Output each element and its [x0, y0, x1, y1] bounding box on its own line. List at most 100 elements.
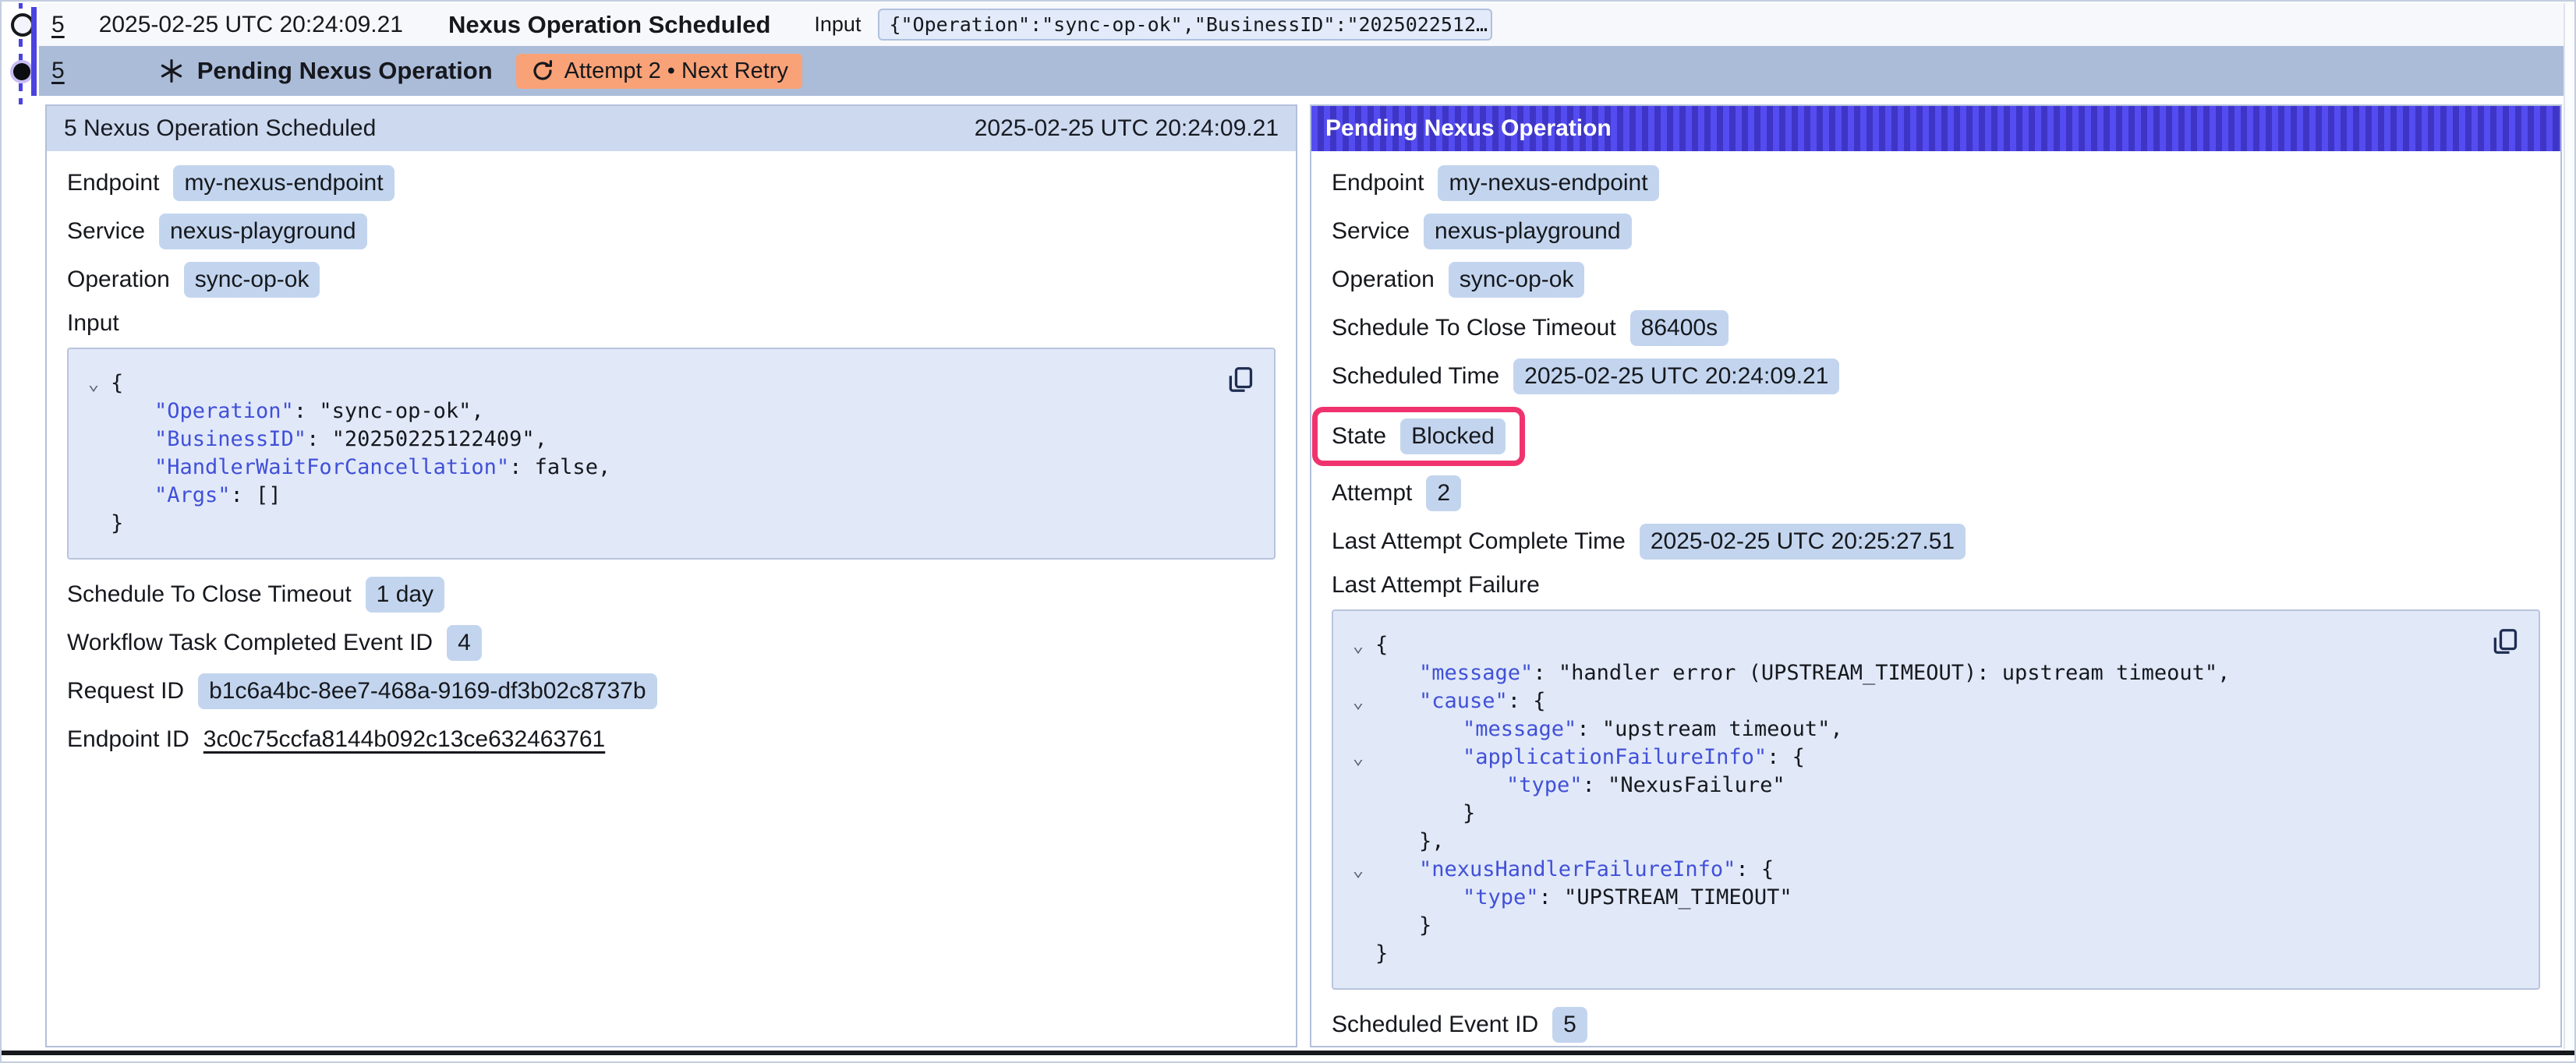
copy-button[interactable] [2490, 627, 2520, 656]
field-label: Attempt [1332, 480, 1412, 507]
event-row-pending-selected[interactable]: 5 Pending Nexus Operation Attempt 2 • Ne… [39, 46, 2565, 96]
code-line: ⌄"nexusHandlerFailureInfo": { [1341, 856, 2515, 884]
field-label: Request ID [67, 678, 184, 705]
field-service: Service nexus-playground [67, 214, 1276, 249]
code-line: "Operation": "sync-op-ok", [76, 397, 1251, 426]
collapse-chevron-icon[interactable]: ⌄ [1341, 856, 1375, 884]
state-value-chip: Blocked [1400, 418, 1506, 454]
timeline-active-range-bar [31, 7, 37, 96]
event-id-link[interactable]: 5 [51, 12, 65, 38]
code-line: ⌄{ [76, 369, 1251, 397]
code-gutter [1341, 940, 1375, 968]
event-id-link[interactable]: 5 [51, 58, 65, 84]
event-row-scheduled[interactable]: 5 2025-02-25 UTC 20:24:09.21 Nexus Opera… [39, 3, 2565, 46]
state-highlight-box: State Blocked [1312, 407, 1525, 466]
field-value-chip: sync-op-ok [1449, 262, 1585, 298]
code-gutter [1341, 828, 1375, 856]
field-value-chip: 2 [1426, 475, 1461, 511]
field-value-chip: 2025-02-25 UTC 20:25:27.51 [1640, 524, 1966, 560]
left-panel-header: 5 Nexus Operation Scheduled 2025-02-25 U… [47, 106, 1296, 151]
code-line: } [1341, 912, 2515, 940]
event-input-preview: {"Operation":"sync-op-ok","BusinessID":"… [878, 9, 1492, 41]
timeline-dashed-line [19, 3, 23, 11]
left-panel-body: Endpoint my-nexus-endpoint Service nexus… [47, 151, 1296, 758]
code-line-text: "applicationFailureInfo": { [1375, 743, 1805, 772]
code-line: ⌄{ [1341, 631, 2515, 659]
code-line: ⌄"cause": { [1341, 687, 2515, 715]
window-bottom-edge [2, 1051, 2574, 1055]
code-line-text: } [1375, 940, 1388, 968]
code-line-text: "BusinessID": "20250225122409", [111, 426, 547, 454]
timeline-current-node-icon [13, 63, 30, 80]
code-line: }, [1341, 828, 2515, 856]
code-line-text: { [111, 369, 123, 397]
scrollbar-gutter[interactable] [2564, 3, 2574, 1049]
field-label: Schedule To Close Timeout [1332, 315, 1616, 341]
code-line-text: "nexusHandlerFailureInfo": { [1375, 856, 1774, 884]
code-line: "Args": [] [76, 482, 1251, 510]
field-operation: Operation sync-op-ok [67, 262, 1276, 298]
code-gutter [1341, 772, 1375, 800]
field-value-chip: b1c6a4bc-8ee7-468a-9169-df3b02c8737b [198, 673, 656, 709]
field-label: Schedule To Close Timeout [67, 581, 352, 608]
field-label: Operation [67, 267, 170, 293]
field-request-id: Request ID b1c6a4bc-8ee7-468a-9169-df3b0… [67, 673, 1276, 709]
field-value-chip: 1 day [366, 577, 444, 613]
last-attempt-failure-label: Last Attempt Failure [1332, 572, 2540, 599]
left-panel-title: 5 Nexus Operation Scheduled [64, 115, 376, 142]
code-line-text: "Operation": "sync-op-ok", [111, 397, 484, 426]
event-name: Pending Nexus Operation [197, 57, 493, 85]
field-scheduled-time: Scheduled Time 2025-02-25 UTC 20:24:09.2… [1332, 358, 2540, 394]
field-value-chip: 86400s [1630, 310, 1729, 346]
code-gutter [76, 482, 111, 510]
code-gutter [1341, 884, 1375, 912]
code-line-text: "message": "upstream timeout", [1375, 715, 1843, 743]
code-line: "type": "NexusFailure" [1341, 772, 2515, 800]
field-label: Operation [1332, 267, 1435, 293]
field-endpoint: Endpoint my-nexus-endpoint [1332, 165, 2540, 201]
field-schedule-to-close-timeout: Schedule To Close Timeout 1 day [67, 577, 1276, 613]
code-gutter [76, 426, 111, 454]
collapse-chevron-icon[interactable]: ⌄ [1341, 631, 1375, 659]
workflow-history-page: 5 2025-02-25 UTC 20:24:09.21 Nexus Opera… [0, 0, 2576, 1063]
field-state-row: State Blocked [1332, 407, 2540, 466]
code-line-text: } [1375, 912, 1431, 940]
retry-status-badge: Attempt 2 • Next Retry [516, 54, 802, 89]
code-gutter [76, 397, 111, 426]
code-line-text: "type": "NexusFailure" [1375, 772, 1785, 800]
field-value-chip: 5 [1552, 1007, 1587, 1043]
field-value-chip: my-nexus-endpoint [1438, 165, 1658, 201]
field-label: Scheduled Time [1332, 363, 1499, 390]
collapse-chevron-icon[interactable]: ⌄ [76, 369, 111, 397]
field-label: State [1332, 423, 1386, 450]
field-endpoint-id: Endpoint ID 3c0c75ccfa8144b092c13ce63246… [67, 722, 1276, 758]
right-panel-title: Pending Nexus Operation [1325, 115, 1612, 142]
collapse-chevron-icon[interactable]: ⌄ [1341, 743, 1375, 772]
field-label: Endpoint ID [67, 726, 189, 753]
code-line: "message": "handler error (UPSTREAM_TIME… [1341, 659, 2515, 687]
field-label: Workflow Task Completed Event ID [67, 630, 433, 656]
code-line-text: }, [1375, 828, 1445, 856]
code-line-text: "Args": [] [111, 482, 281, 510]
collapse-chevron-icon[interactable]: ⌄ [1341, 687, 1375, 715]
endpoint-id-link[interactable]: 3c0c75ccfa8144b092c13ce632463761 [203, 726, 605, 753]
code-gutter [76, 510, 111, 538]
field-attempt: Attempt 2 [1332, 475, 2540, 511]
input-json-block: ⌄{"Operation": "sync-op-ok","BusinessID"… [67, 348, 1276, 560]
field-label: Service [1332, 218, 1410, 245]
pending-asterisk-icon [158, 58, 185, 84]
retry-icon [530, 58, 555, 83]
copy-button[interactable] [1226, 365, 1255, 394]
code-line-text: "type": "UPSTREAM_TIMEOUT" [1375, 884, 1792, 912]
field-value-chip: nexus-playground [1424, 214, 1632, 249]
code-line: "type": "UPSTREAM_TIMEOUT" [1341, 884, 2515, 912]
field-endpoint: Endpoint my-nexus-endpoint [67, 165, 1276, 201]
code-gutter [1341, 800, 1375, 828]
field-operation: Operation sync-op-ok [1332, 262, 2540, 298]
event-name: Nexus Operation Scheduled [448, 11, 770, 39]
panel-pending-nexus-operation: Pending Nexus Operation Endpoint my-nexu… [1310, 104, 2562, 1047]
code-line-text: "cause": { [1375, 687, 1546, 715]
field-label: Endpoint [1332, 170, 1424, 196]
code-line-text: { [1375, 631, 1388, 659]
failure-json-block: ⌄{"message": "handler error (UPSTREAM_TI… [1332, 609, 2540, 990]
